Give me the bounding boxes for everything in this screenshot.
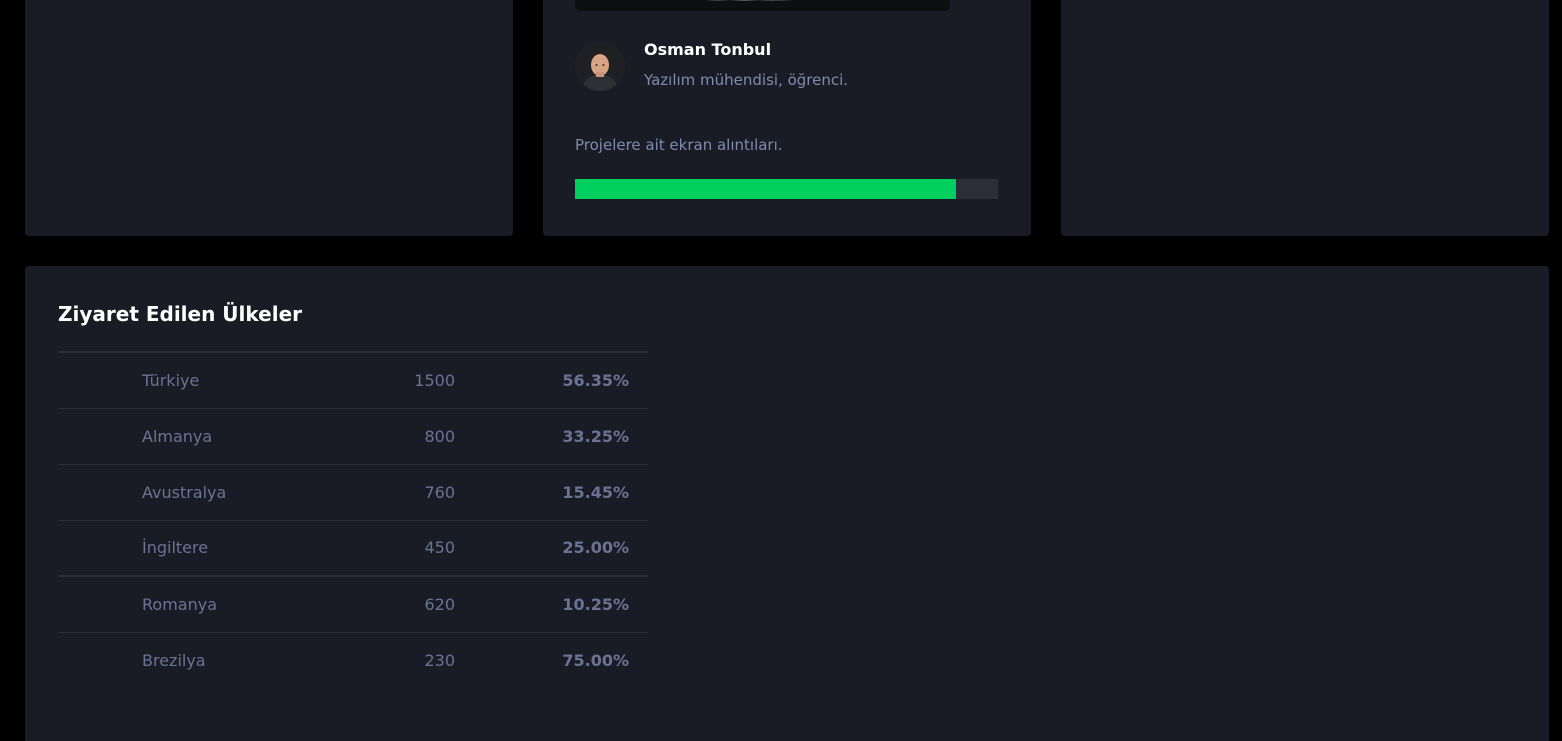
right-card	[1061, 0, 1549, 236]
table-row: Almanya 800 33.25%	[58, 408, 648, 464]
project-screenshot-image[interactable]	[575, 0, 950, 11]
country-name: Avustralya	[142, 482, 227, 502]
author-role: Yazılım mühendisi, öğrenci.	[644, 71, 849, 89]
table-row: Romanya 620 10.25%	[58, 576, 648, 632]
project-card: Osman Tonbul Yazılım mühendisi, öğrenci.…	[543, 0, 1031, 236]
table-row: Türkiye 1500 56.35%	[58, 352, 648, 408]
visit-percent: 15.45%	[562, 482, 629, 502]
progress-bar-fill	[575, 179, 956, 199]
country-name: İngiltere	[142, 538, 209, 558]
country-name: Almanya	[142, 426, 213, 446]
visit-percent: 75.00%	[562, 650, 629, 670]
visit-percent: 25.00%	[562, 538, 629, 558]
table-row: İngiltere 450 25.00%	[58, 520, 648, 576]
country-name: Brezilya	[142, 650, 206, 670]
dashboard-page: Osman Tonbul Yazılım mühendisi, öğrenci.…	[0, 0, 1562, 741]
visit-percent: 56.35%	[562, 370, 629, 390]
visit-count: 230	[424, 650, 455, 670]
section-title: Ziyaret Edilen Ülkeler	[58, 302, 303, 326]
table-row: Brezilya 230 75.00%	[58, 632, 648, 688]
visit-count: 1500	[414, 370, 455, 390]
author-name: Osman Tonbul	[644, 40, 772, 59]
visit-count: 800	[424, 426, 455, 446]
country-name: Romanya	[142, 594, 217, 614]
avatar-portrait-icon	[575, 41, 625, 91]
progress-bar	[575, 179, 998, 199]
project-image-art	[700, 0, 800, 1]
table-row: Avustralya 760 15.45%	[58, 464, 648, 520]
visited-countries-card: Ziyaret Edilen Ülkeler Türkiye 1500 56.3…	[25, 266, 1549, 741]
project-caption: Projelere ait ekran alıntıları.	[575, 136, 783, 154]
visit-count: 450	[424, 538, 455, 558]
left-card	[25, 0, 513, 236]
visit-count: 620	[424, 594, 455, 614]
countries-table: Türkiye 1500 56.35% Almanya 800 33.25% A…	[58, 351, 648, 688]
author-avatar[interactable]	[575, 41, 625, 91]
visit-percent: 33.25%	[562, 426, 629, 446]
visit-count: 760	[424, 482, 455, 502]
country-name: Türkiye	[142, 370, 200, 390]
visit-percent: 10.25%	[562, 594, 629, 614]
